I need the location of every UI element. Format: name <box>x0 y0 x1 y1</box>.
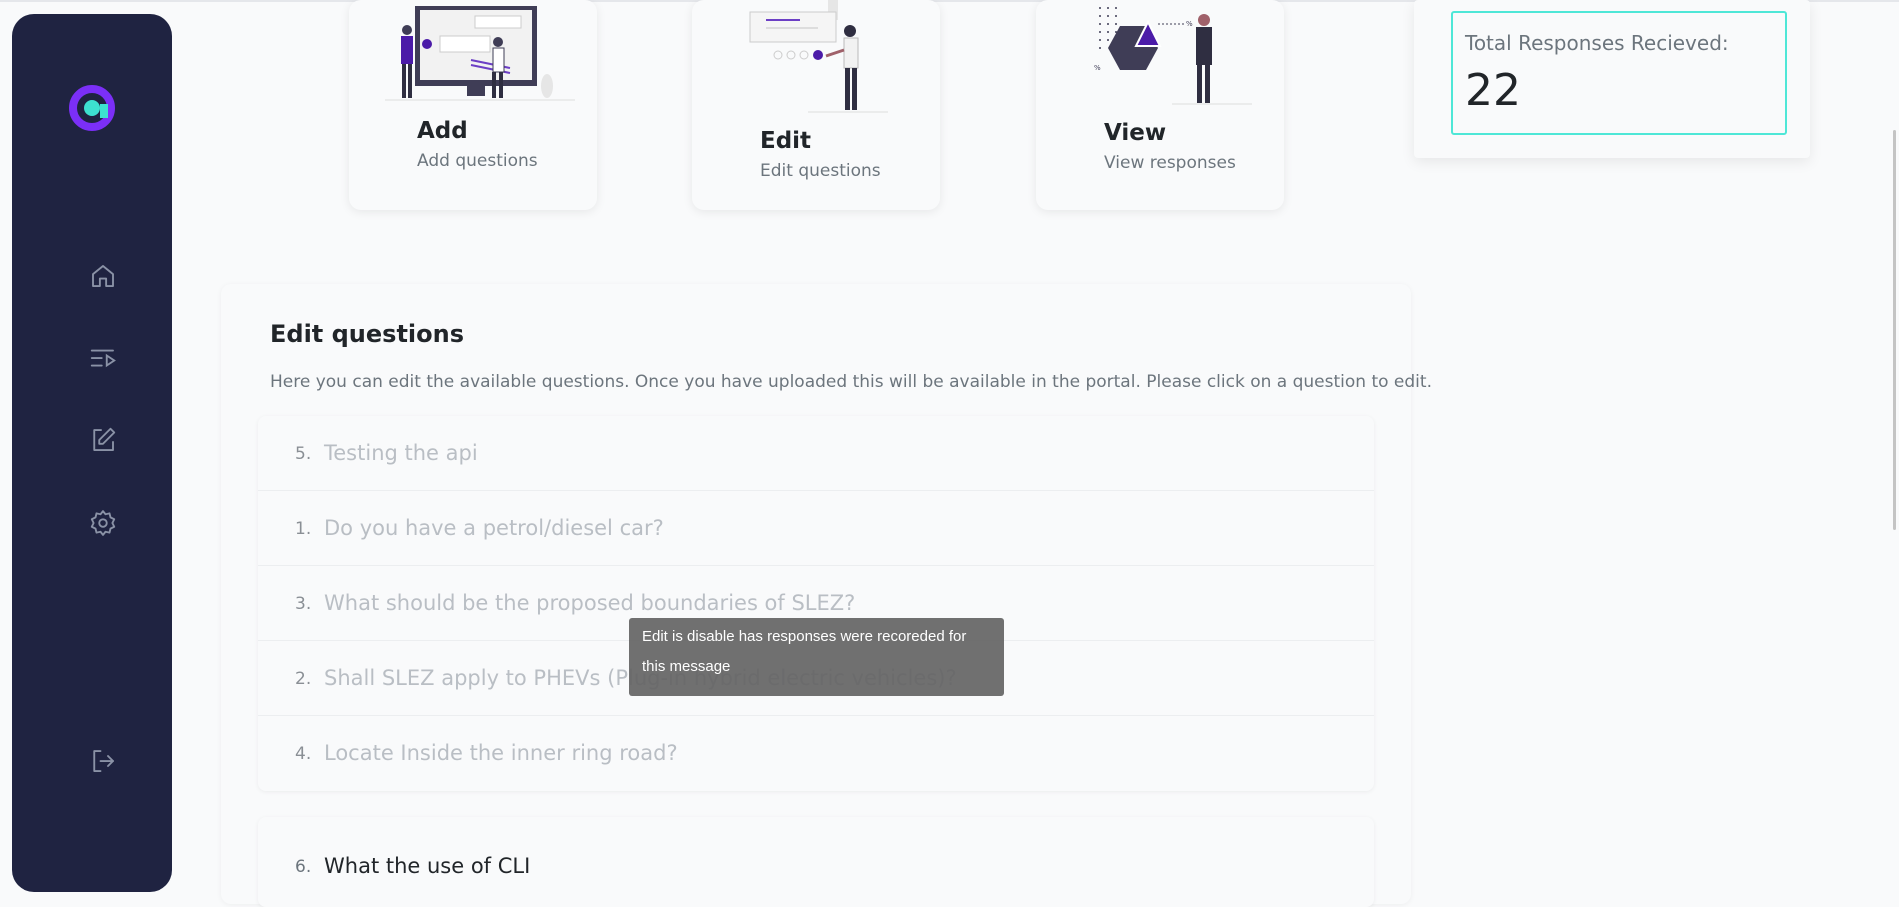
question-text: Locate Inside the inner ring road? <box>324 741 678 765</box>
question-text: What should be the proposed boundaries o… <box>324 591 856 615</box>
question-item-disabled: 5. Testing the api <box>258 416 1374 491</box>
question-text: Testing the api <box>324 441 478 465</box>
question-item-disabled: 1. Do you have a petrol/diesel car? <box>258 491 1374 566</box>
view-illustration-icon: % % <box>1094 7 1252 105</box>
view-card[interactable]: % % View View responses <box>1036 0 1284 210</box>
edit-disabled-tooltip: Edit is disable has responses were recor… <box>629 618 1004 696</box>
sidebar <box>12 14 172 892</box>
responses-panel: Total Responses Recieved: 22 <box>1414 0 1810 158</box>
question-number: 2. <box>295 669 312 689</box>
responses-count: 22 <box>1465 65 1521 116</box>
question-number: 6. <box>295 857 312 877</box>
add-card[interactable]: Add Add questions <box>349 0 597 210</box>
logout-icon[interactable] <box>88 746 118 776</box>
card-subtitle: View responses <box>1104 153 1236 173</box>
card-subtitle: Edit questions <box>760 161 881 181</box>
question-number: 4. <box>295 744 312 764</box>
home-icon[interactable] <box>88 261 118 291</box>
question-item-disabled: 4. Locate Inside the inner ring road? <box>258 716 1374 791</box>
edit-illustration-icon <box>749 0 888 113</box>
card-title: Edit <box>760 128 812 154</box>
question-number: 5. <box>295 444 312 464</box>
edit-questions-section: Edit questions Here you can edit the ava… <box>221 284 1432 907</box>
add-illustration-icon <box>385 6 575 101</box>
question-text: What the use of CLI <box>324 854 531 878</box>
section-title: Edit questions <box>270 320 465 348</box>
svg-text:%: % <box>1186 20 1193 28</box>
card-title: Add <box>417 118 468 144</box>
question-text: Do you have a petrol/diesel car? <box>324 516 664 540</box>
card-title: View <box>1104 120 1167 146</box>
edit-icon[interactable] <box>88 425 118 455</box>
page-scrollbar[interactable] <box>1893 130 1896 530</box>
svg-text:%: % <box>1094 64 1101 72</box>
responses-label: Total Responses Recieved: <box>1465 31 1729 55</box>
edit-card[interactable]: Edit Edit questions <box>692 0 940 210</box>
question-number: 1. <box>295 519 312 539</box>
settings-icon[interactable] <box>88 508 118 538</box>
card-subtitle: Add questions <box>417 151 538 171</box>
question-number: 3. <box>295 594 312 614</box>
section-description: Here you can edit the available question… <box>270 372 1432 392</box>
question-item-active[interactable]: 6. What the use of CLI <box>258 817 1374 907</box>
question-list: 5. Testing the api 1. Do you have a petr… <box>258 416 1374 791</box>
playlist-icon[interactable] <box>88 343 118 373</box>
responses-box: Total Responses Recieved: 22 <box>1451 11 1787 135</box>
logo-icon[interactable] <box>68 84 116 132</box>
